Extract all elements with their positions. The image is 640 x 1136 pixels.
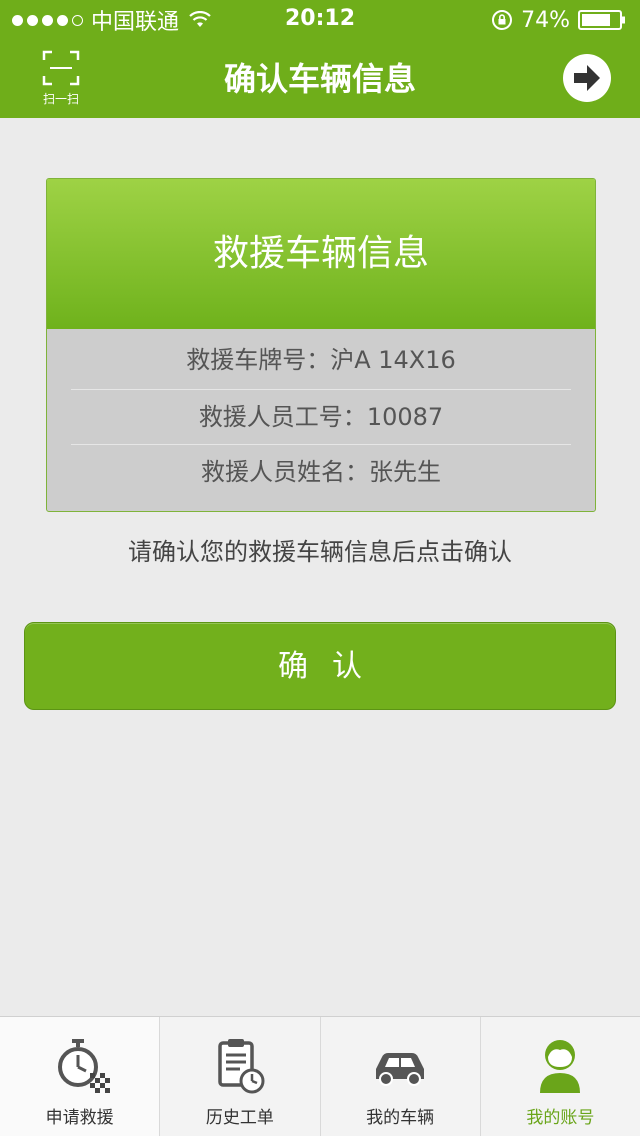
tab-label: 我的账号 xyxy=(526,1108,595,1128)
rotation-lock-icon xyxy=(492,10,513,30)
tab-my-account[interactable]: 我的账号 xyxy=(480,1017,640,1136)
scan-label: 扫一扫 xyxy=(42,92,79,106)
nav-bar: 确认车辆信息 扫一扫 xyxy=(0,40,640,118)
tab-apply-rescue[interactable]: 申请救援 xyxy=(0,1017,161,1136)
scan-button[interactable]: 扫一扫 xyxy=(34,50,88,110)
row-label: 救援人员姓名： xyxy=(201,458,369,486)
battery-icon xyxy=(578,10,625,30)
stopwatch-flag-icon xyxy=(57,1039,110,1093)
row-label: 救援人员工号： xyxy=(198,403,367,431)
status-right: 74% xyxy=(491,6,626,34)
status-bar: 中国联通 20:12 74% xyxy=(0,0,640,40)
staff-name-row: 救援人员姓名：张先生 xyxy=(47,445,595,499)
clipboard-clock-icon xyxy=(218,1039,265,1094)
tab-label: 历史工单 xyxy=(205,1108,274,1128)
car-icon xyxy=(376,1053,425,1086)
row-value: 10087 xyxy=(366,403,444,431)
page-title: 确认车辆信息 xyxy=(223,60,416,98)
tab-label: 我的车辆 xyxy=(366,1108,435,1128)
arrow-right-icon xyxy=(563,54,611,102)
staff-id-row: 救援人员工号：10087 xyxy=(47,390,595,444)
next-button[interactable] xyxy=(562,53,612,103)
confirm-button[interactable]: 确认 xyxy=(24,622,616,710)
plate-number-row: 救援车牌号：沪A 14X16 xyxy=(47,329,595,389)
confirm-hint: 请确认您的救援车辆信息后点击确认 xyxy=(128,538,512,566)
user-icon xyxy=(540,1040,581,1093)
scan-icon xyxy=(42,50,80,86)
row-value: 张先生 xyxy=(369,458,441,486)
row-value: 沪A 14X16 xyxy=(330,346,456,374)
tab-label: 申请救援 xyxy=(45,1108,114,1128)
tab-bar: 申请救援 历史工单 我的车辆 我的账号 xyxy=(0,1016,640,1136)
tab-history-orders[interactable]: 历史工单 xyxy=(160,1017,321,1136)
vehicle-info-card: 救援车辆信息 救援车牌号：沪A 14X16 救援人员工号：10087 救援人员姓… xyxy=(46,178,596,512)
card-header: 救援车辆信息 xyxy=(47,179,595,329)
battery-percent: 74% xyxy=(521,7,570,33)
row-label: 救援车牌号： xyxy=(186,346,331,374)
tab-my-vehicles[interactable]: 我的车辆 xyxy=(320,1017,481,1136)
